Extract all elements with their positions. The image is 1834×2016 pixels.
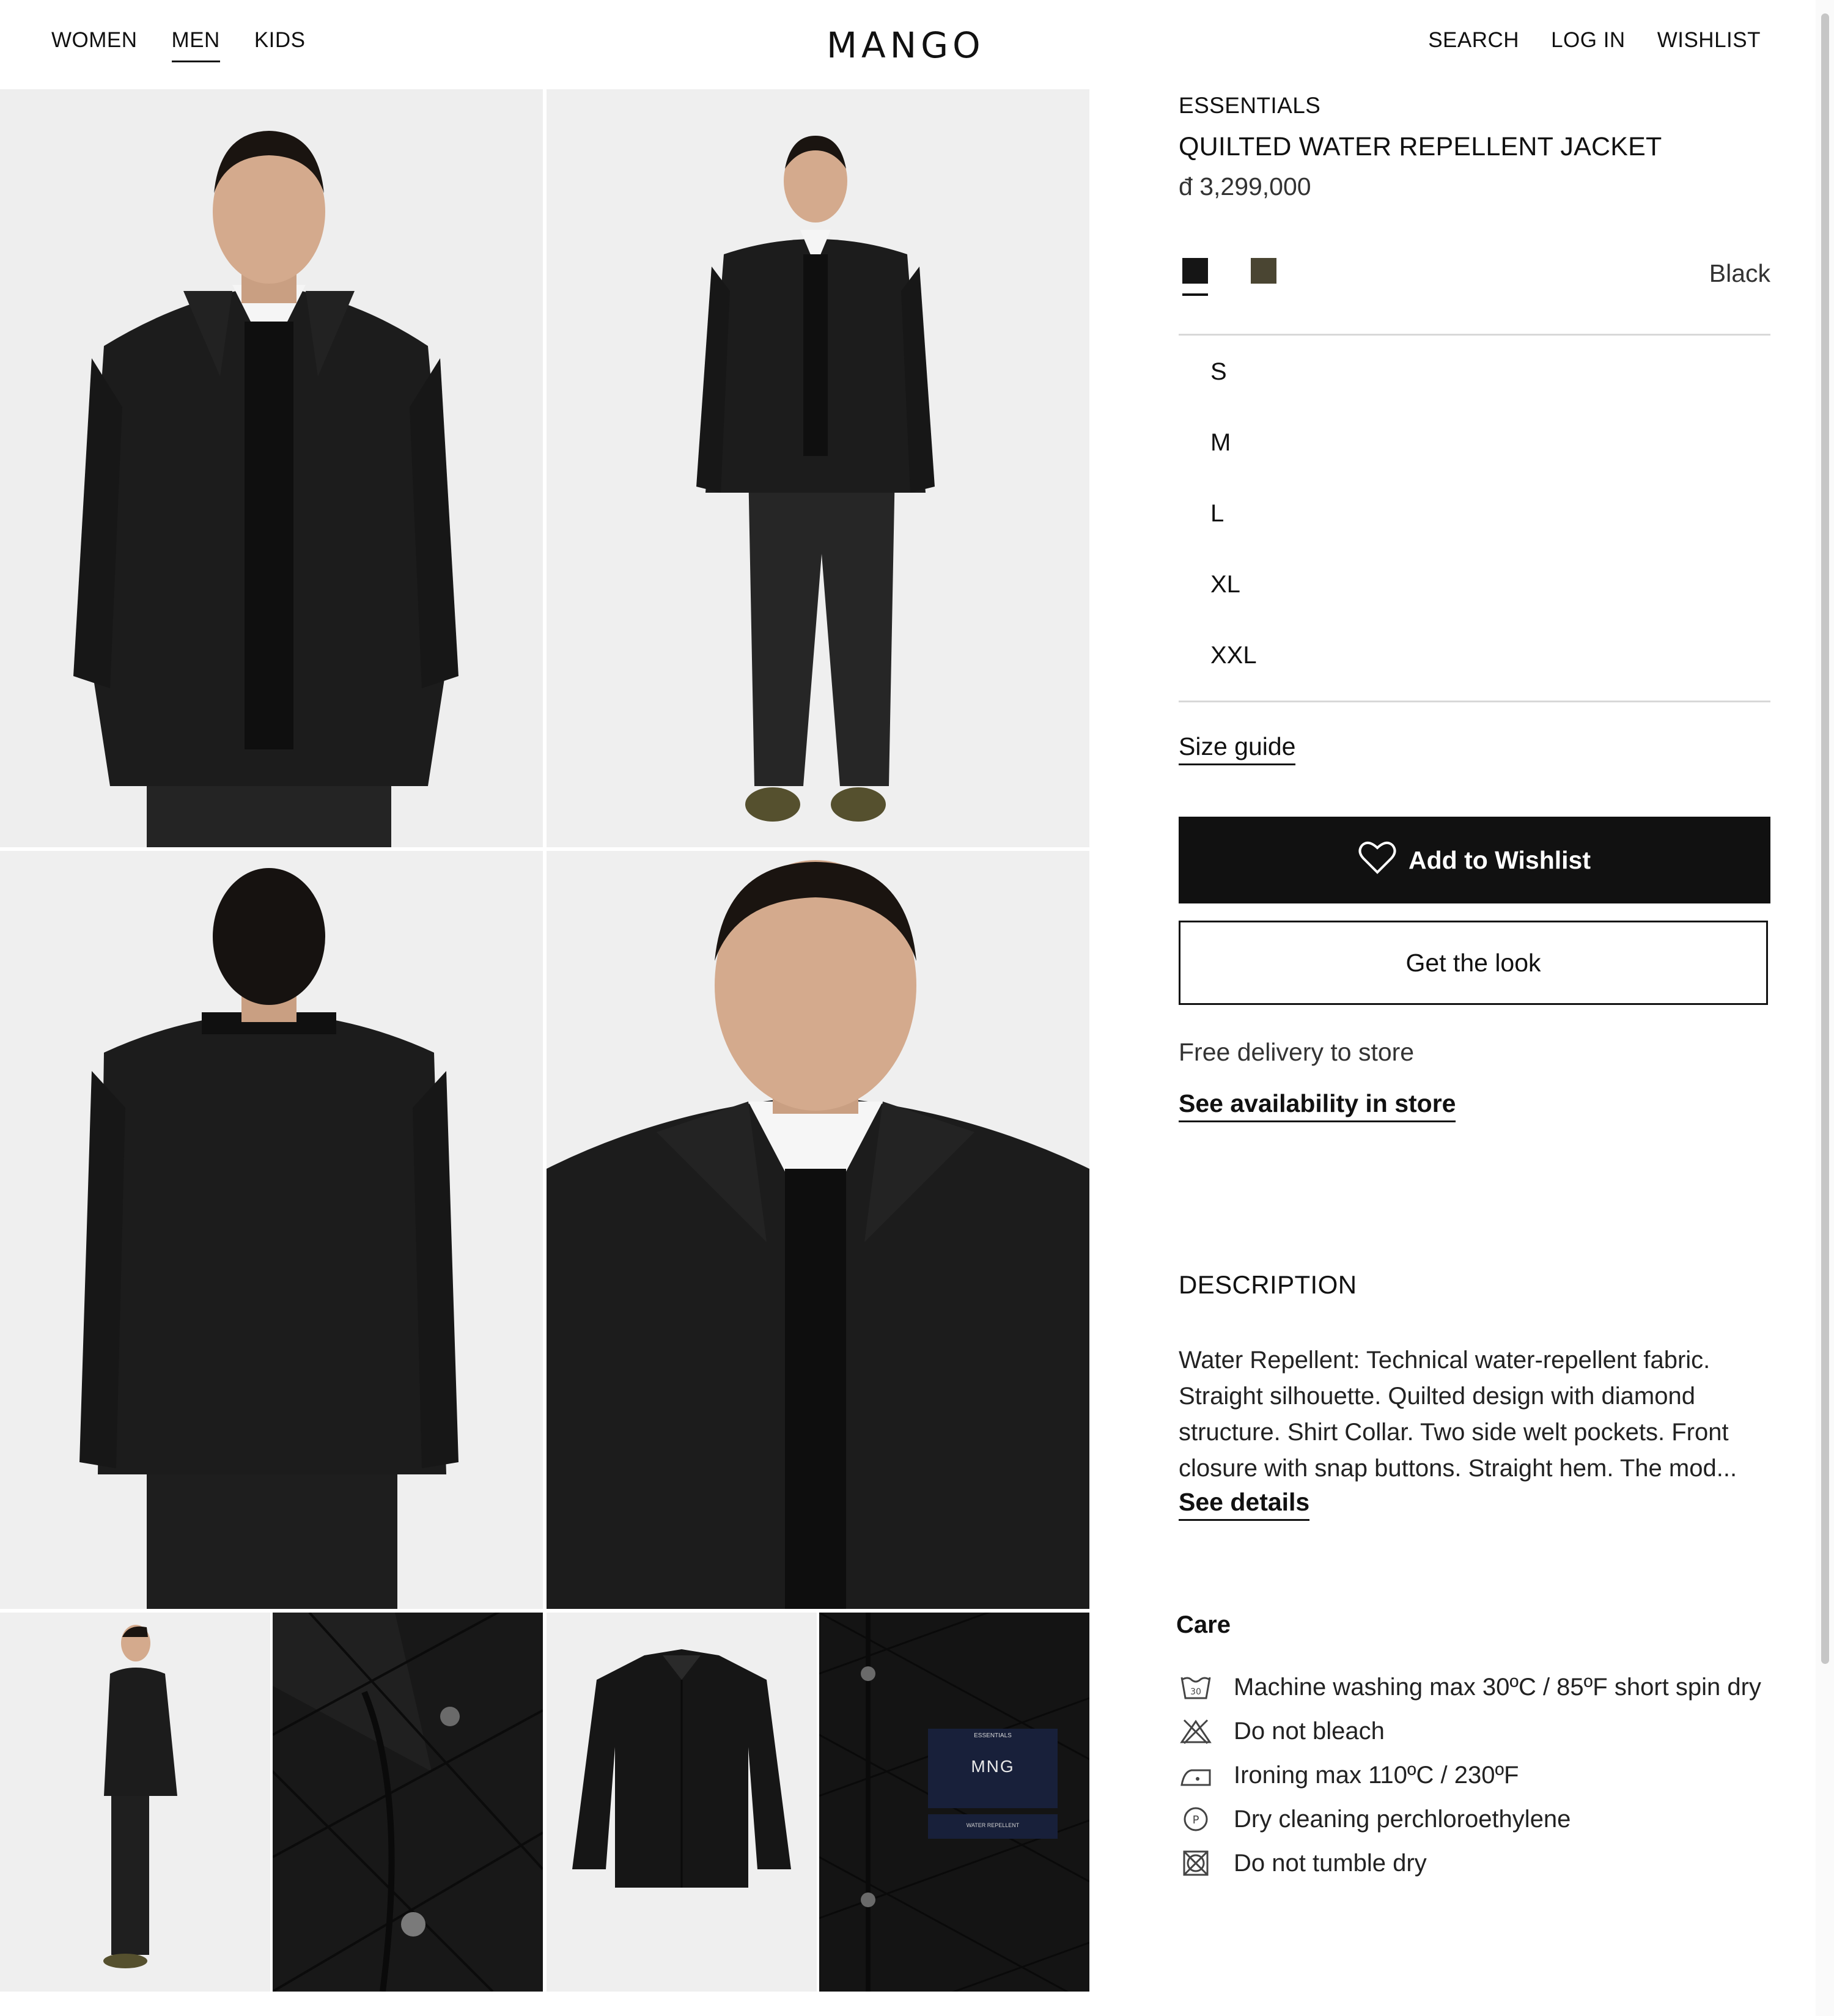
color-swatch-khaki[interactable] — [1251, 258, 1276, 284]
care-title: Care — [1176, 1611, 1231, 1638]
add-to-wishlist-button[interactable]: Add to Wishlist — [1179, 817, 1770, 903]
nav-kids[interactable]: KIDS — [254, 28, 306, 59]
dry-clean-p-icon: P — [1179, 1803, 1213, 1835]
product-photo-snap-detail[interactable] — [273, 1613, 543, 1992]
product-line: ESSENTIALS — [1179, 93, 1321, 118]
iron-icon — [1179, 1759, 1213, 1791]
utility-nav: SEARCH LOG IN WISHLIST — [1428, 28, 1761, 59]
selected-color-name: Black — [1709, 259, 1770, 287]
product-photo-portrait[interactable] — [547, 851, 1089, 1609]
care-item: Do not bleach — [1179, 1715, 1385, 1747]
care-text-wash: Machine washing max 30ºC / 85ºF short sp… — [1234, 1673, 1761, 1701]
product-photo-front-closeup[interactable] — [0, 89, 543, 847]
description-title: DESCRIPTION — [1179, 1270, 1357, 1299]
size-option-m[interactable]: M — [1210, 429, 1231, 457]
nav-men[interactable]: MEN — [171, 28, 221, 62]
size-option-l[interactable]: L — [1210, 500, 1224, 528]
login-link[interactable]: LOG IN — [1551, 28, 1626, 59]
product-title: QUILTED WATER REPELLENT JACKET — [1179, 132, 1662, 161]
add-to-wishlist-label: Add to Wishlist — [1409, 845, 1591, 874]
label-brand-top: ESSENTIALS — [974, 1732, 1012, 1739]
gender-nav: WOMEN MEN KIDS — [51, 28, 306, 62]
care-item: 30 Machine washing max 30ºC / 85ºF short… — [1179, 1671, 1761, 1703]
see-details-link[interactable]: See details — [1179, 1488, 1310, 1521]
wash-30-icon: 30 — [1179, 1671, 1213, 1703]
availability-link[interactable]: See availability in store — [1179, 1089, 1456, 1122]
care-item: Do not tumble dry — [1179, 1847, 1427, 1879]
color-swatch-black[interactable] — [1182, 258, 1208, 296]
size-option-xxl[interactable]: XXL — [1210, 642, 1257, 669]
no-tumble-dry-icon — [1179, 1847, 1213, 1879]
care-text-bleach: Do not bleach — [1234, 1717, 1385, 1745]
search-link[interactable]: SEARCH — [1428, 28, 1519, 59]
product-photo-full-body[interactable] — [547, 89, 1089, 847]
product-photo-side[interactable] — [0, 1613, 270, 1992]
divider-top — [1179, 334, 1770, 336]
product-photo-flat-lay[interactable] — [547, 1613, 817, 1992]
description-text: Water Repellent: Technical water-repelle… — [1179, 1347, 1737, 1482]
heart-icon — [1358, 839, 1396, 881]
care-item: Ironing max 110ºC / 230ºF — [1179, 1759, 1519, 1791]
label-brand: MNG — [971, 1757, 1015, 1776]
site-header: WOMEN MEN KIDS MANGO SEARCH LOG IN WISHL… — [0, 0, 1816, 89]
care-item: P Dry cleaning perchloroethylene — [1179, 1803, 1571, 1835]
no-bleach-icon — [1179, 1715, 1213, 1747]
care-text-iron: Ironing max 110ºC / 230ºF — [1234, 1761, 1519, 1789]
wishlist-link[interactable]: WISHLIST — [1657, 28, 1761, 59]
care-text-dryclean: Dry cleaning perchloroethylene — [1234, 1805, 1571, 1833]
size-guide-link[interactable]: Size guide — [1179, 732, 1296, 765]
size-option-xl[interactable]: XL — [1210, 571, 1240, 598]
svg-text:30: 30 — [1190, 1687, 1201, 1697]
get-the-look-button[interactable]: Get the look — [1179, 921, 1768, 1005]
nav-women[interactable]: WOMEN — [51, 28, 138, 59]
product-photo-back[interactable] — [0, 851, 543, 1609]
product-photo-label-detail[interactable]: ESSENTIALS MNG WATER REPELLENT — [819, 1613, 1089, 1992]
size-option-s[interactable]: S — [1210, 358, 1227, 386]
divider-bottom — [1179, 701, 1770, 702]
scrollbar-thumb[interactable] — [1821, 13, 1829, 1664]
label-bottom: WATER REPELLENT — [966, 1822, 1020, 1828]
delivery-info: Free delivery to store — [1179, 1038, 1415, 1066]
page-scrollbar[interactable] — [1816, 0, 1834, 2016]
product-price: đ 3,299,000 — [1179, 172, 1311, 200]
care-text-tumble: Do not tumble dry — [1234, 1849, 1427, 1877]
mango-logo[interactable]: MANGO — [827, 24, 985, 66]
svg-text:P: P — [1193, 1814, 1199, 1827]
